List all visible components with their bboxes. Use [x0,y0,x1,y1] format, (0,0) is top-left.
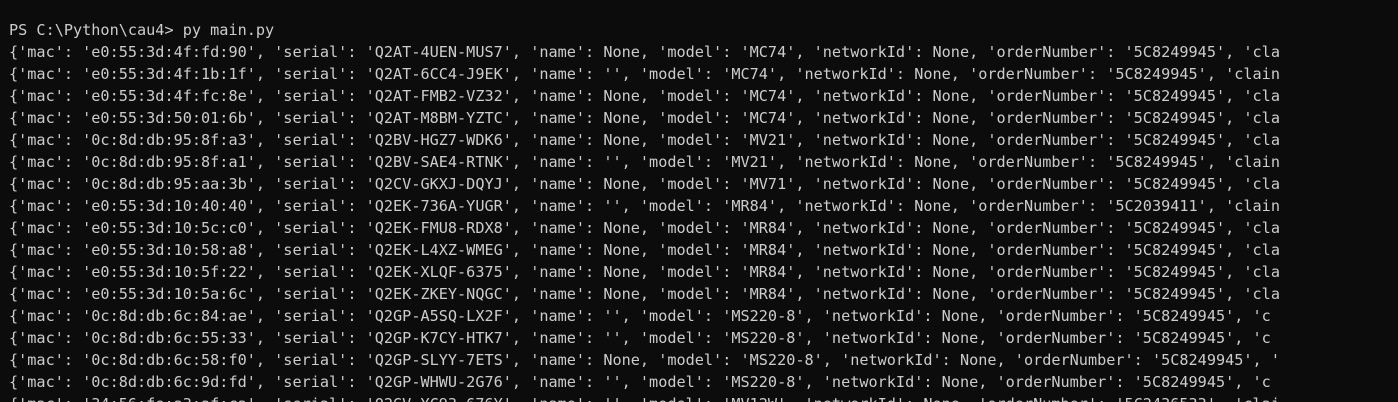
output-lines: {'mac': 'e0:55:3d:4f:fd:90', 'serial': '… [9,41,1398,402]
output-line: {'mac': 'e0:55:3d:4f:fc:8e', 'serial': '… [9,87,1280,105]
output-line: {'mac': '0c:8d:db:6c:58:f0', 'serial': '… [9,351,1280,369]
output-line: {'mac': 'e0:55:3d:10:58:a8', 'serial': '… [9,241,1280,259]
output-line: {'mac': 'e0:55:3d:50:01:6b', 'serial': '… [9,109,1280,127]
terminal-window[interactable]: PS C:\Python\cau4> py main.py {'mac': 'e… [0,0,1398,402]
top-spacer [9,0,1398,19]
output-line: {'mac': '0c:8d:db:6c:9d:fd', 'serial': '… [9,373,1271,391]
output-line: {'mac': '0c:8d:db:95:8f:a3', 'serial': '… [9,131,1280,149]
output-line: {'mac': 'e0:55:3d:10:5f:22', 'serial': '… [9,263,1280,281]
output-line: {'mac': 'e0:55:3d:10:40:40', 'serial': '… [9,197,1280,215]
output-line: {'mac': '0c:8d:db:6c:55:33', 'serial': '… [9,329,1271,347]
output-line: {'mac': 'e0:55:3d:10:5c:c0', 'serial': '… [9,219,1280,237]
prompt-line: PS C:\Python\cau4> py main.py [9,21,275,39]
output-line: {'mac': '34:56:fe:a3:af:ca', 'serial': '… [9,393,1398,402]
output-line: {'mac': '0c:8d:db:95:8f:a1', 'serial': '… [9,153,1280,171]
output-line: {'mac': 'e0:55:3d:10:5a:6c', 'serial': '… [9,285,1280,303]
output-line: {'mac': 'e0:55:3d:4f:1b:1f', 'serial': '… [9,65,1280,83]
output-line: {'mac': '0c:8d:db:95:aa:3b', 'serial': '… [9,175,1280,193]
output-line: {'mac': 'e0:55:3d:4f:fd:90', 'serial': '… [9,43,1280,61]
output-line: {'mac': '0c:8d:db:6c:84:ae', 'serial': '… [9,307,1271,325]
